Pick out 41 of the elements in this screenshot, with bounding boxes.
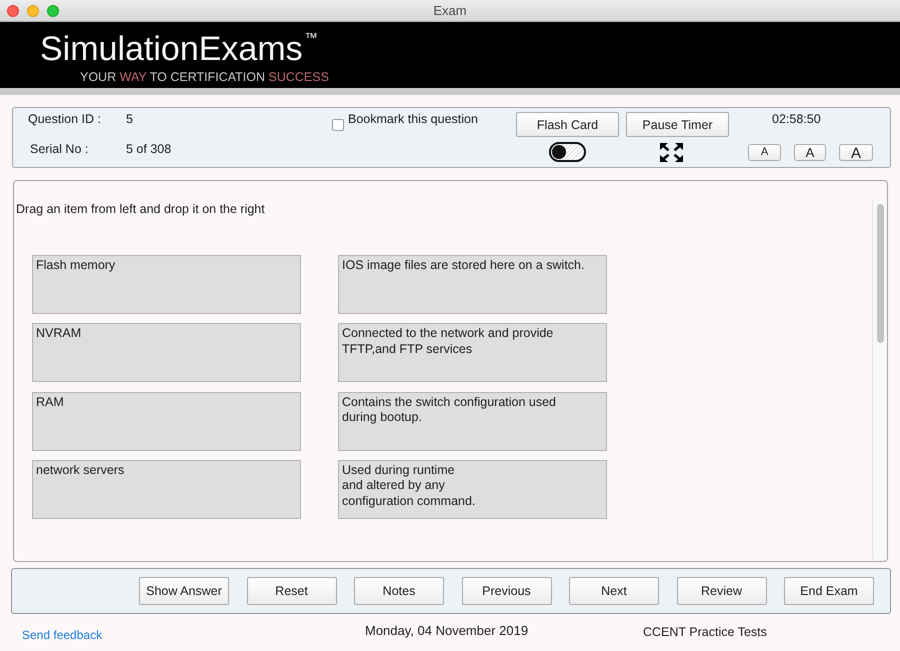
drag-item[interactable]: Flash memory	[32, 255, 301, 314]
drag-item[interactable]: NVRAM	[32, 323, 301, 382]
date-text: Monday, 04 November 2019	[365, 623, 528, 638]
font-size-button[interactable]: A	[839, 144, 873, 160]
checkbox-label[interactable]: Bookmark this question	[348, 112, 478, 127]
drop-target[interactable]: Contains the switch configuration used during bootup.	[338, 392, 607, 451]
field-value: 5	[126, 112, 133, 127]
tagline: YOUR WAY TO CERTIFICATION SUCCESS	[80, 70, 329, 84]
field-label: Question ID :	[28, 112, 101, 127]
minimize-icon[interactable]	[27, 4, 39, 16]
bookmark-checkbox[interactable]	[332, 118, 344, 130]
pause-timer-button[interactable]: Pause Timer	[626, 112, 729, 137]
notes-button[interactable]: Notes	[354, 577, 444, 605]
field-value: 5 of 308	[126, 142, 172, 157]
feedback-link[interactable]: Send feedback	[22, 628, 102, 643]
drop-target[interactable]: IOS image files are stored here on a switch.	[338, 255, 607, 314]
previous-button[interactable]: Previous	[462, 577, 552, 605]
scrollbar-track[interactable]	[872, 200, 887, 560]
toggle-switch[interactable]	[549, 142, 586, 162]
review-button[interactable]: Review	[676, 577, 766, 605]
reset-button[interactable]: Reset	[246, 577, 336, 605]
font-size-button[interactable]: A	[748, 144, 781, 160]
drag-item[interactable]: RAM	[32, 392, 301, 451]
window-title: Exam	[433, 3, 467, 18]
font-size-button[interactable]: A	[794, 144, 826, 160]
drop-target[interactable]: Used during runtime and altered by any configuration command.	[338, 460, 607, 519]
end-exam-button[interactable]: End Exam	[784, 577, 874, 605]
field-label: Serial No :	[30, 142, 88, 157]
instruction-text: Drag an item from left and drop it on the right	[16, 202, 265, 217]
drag-item[interactable]: network servers	[32, 460, 301, 519]
drop-target[interactable]: Connected to the network and provide TFTP,and FTP services	[338, 323, 607, 382]
close-icon[interactable]	[7, 4, 19, 16]
logo-text: SimulationExams$^{™}$	[40, 31, 318, 67]
next-button[interactable]: Next	[569, 577, 659, 605]
maximize-icon[interactable]	[47, 4, 59, 16]
scrollbar-thumb[interactable]	[877, 204, 884, 343]
flash-card-button[interactable]: Flash Card	[516, 112, 619, 137]
show-answer-button[interactable]: Show Answer	[139, 577, 229, 605]
expand-icon[interactable]	[660, 142, 683, 162]
timer-text: 02:58:50	[772, 112, 821, 127]
product-name: CCENT Practice Tests	[643, 625, 767, 640]
